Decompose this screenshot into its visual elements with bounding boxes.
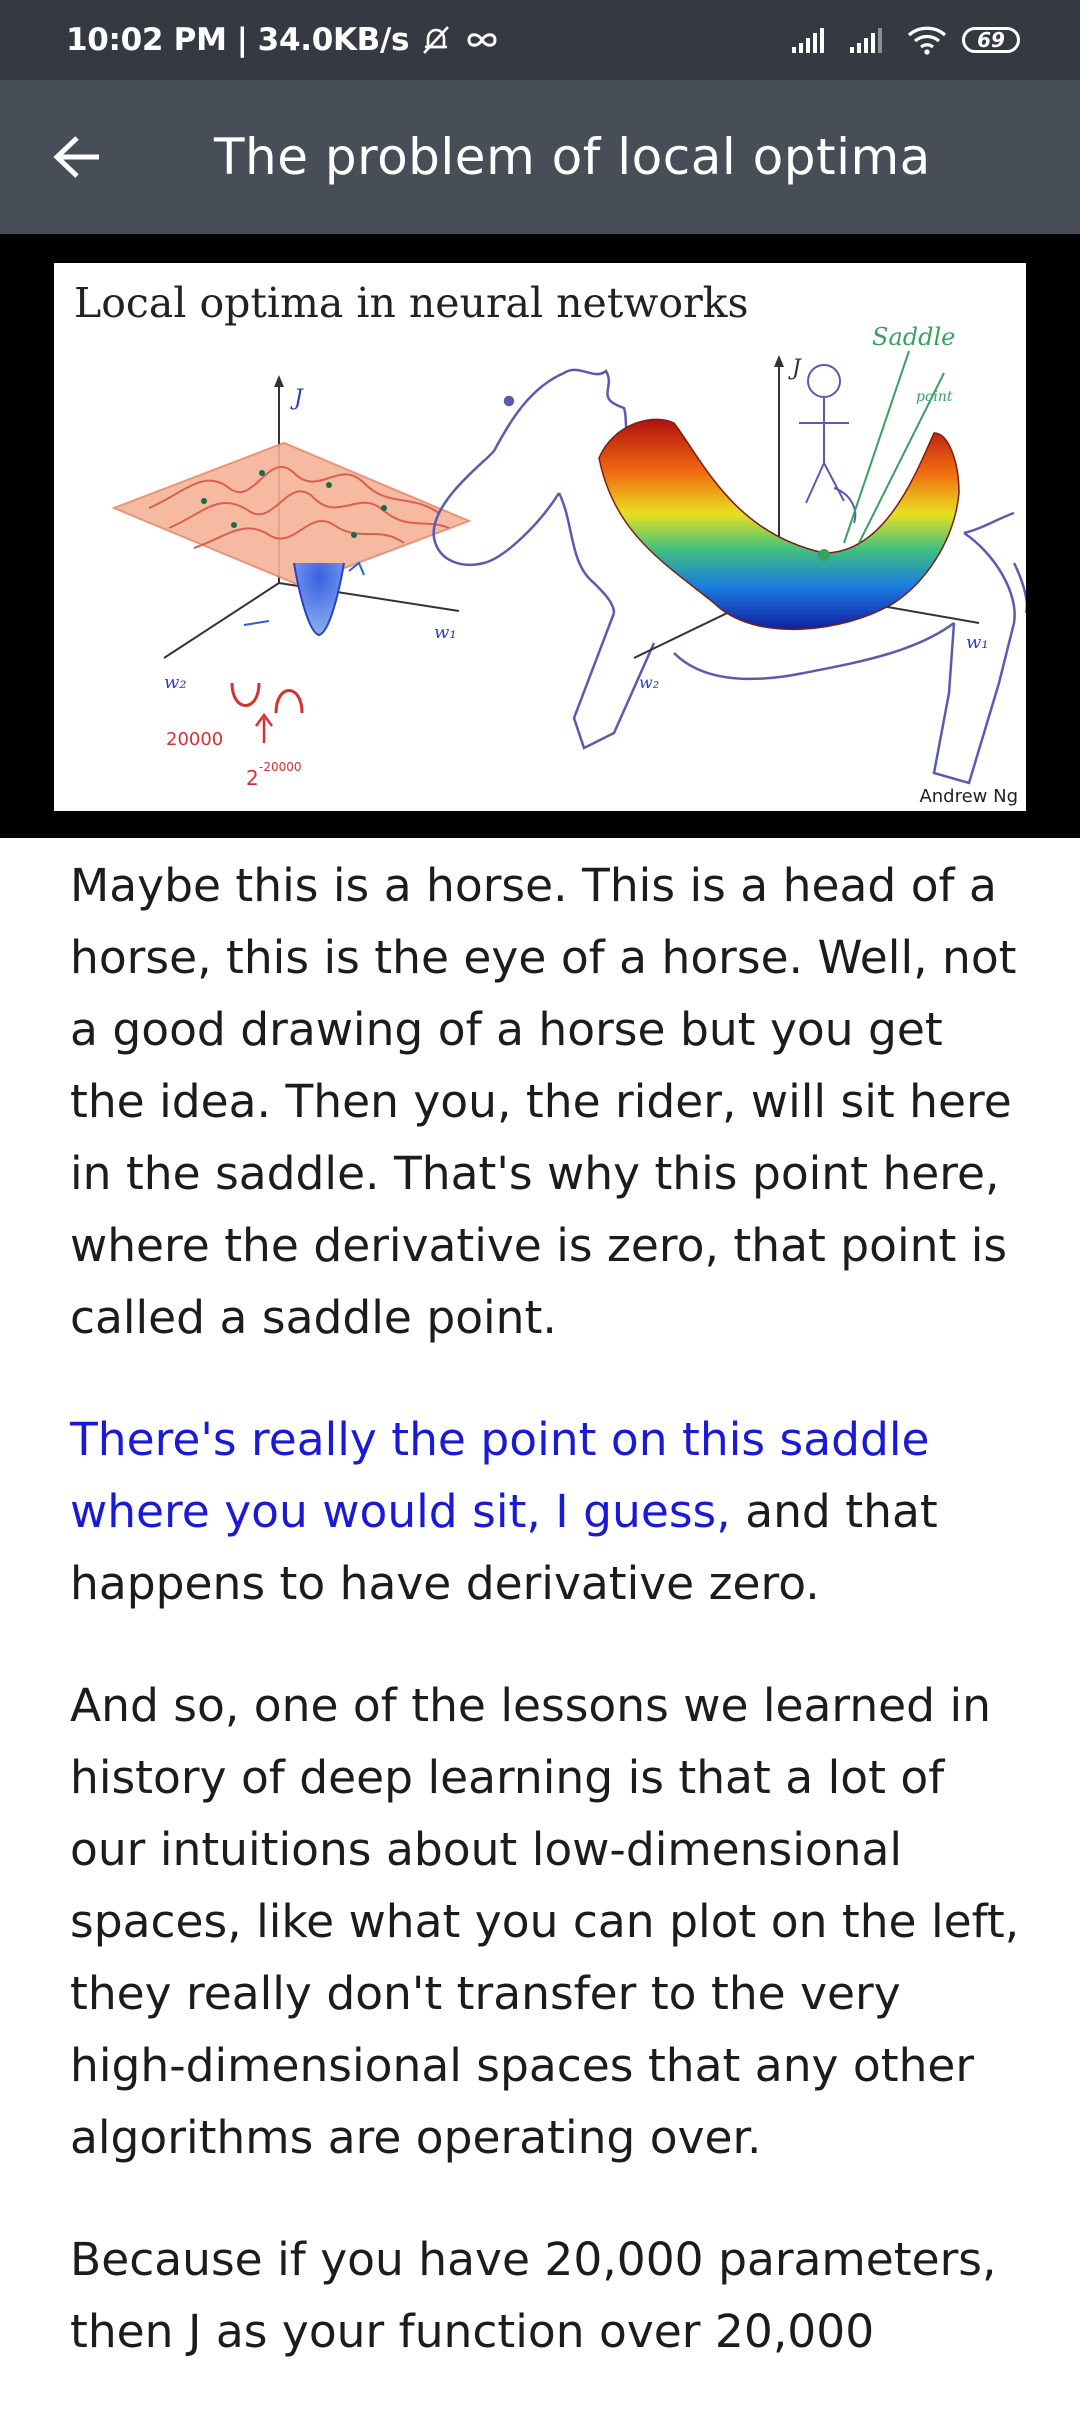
left-exponent-base: 2 bbox=[246, 766, 259, 790]
left-axis-w2-label: w₂ bbox=[164, 672, 187, 693]
left-axis-j-label: J bbox=[290, 386, 304, 411]
slide-credit: Andrew Ng bbox=[919, 786, 1018, 807]
left-axis-w1-label: w₁ bbox=[434, 622, 457, 643]
left-surface-plot: J w₁ w₂ 20000 2 -20000 bbox=[111, 375, 472, 790]
left-exponent-power: -20000 bbox=[259, 760, 302, 774]
status-time: 10:02 PM bbox=[66, 22, 227, 58]
saddle-point-label: point bbox=[916, 389, 953, 405]
right-axis-w2-label: w₂ bbox=[639, 673, 659, 692]
arrow-back-icon bbox=[53, 136, 99, 178]
right-axis-w1-label: w₁ bbox=[966, 632, 989, 653]
battery-icon: 69 bbox=[962, 27, 1020, 53]
slide-frame: Local optima in neural networks J w₁ w₂ … bbox=[0, 234, 1080, 838]
signal-strength-2-icon bbox=[850, 28, 882, 53]
status-bar: 10:02 PM | 34.0KB/s 69 bbox=[0, 0, 1080, 80]
back-button[interactable] bbox=[38, 122, 118, 192]
transcript: Maybe this is a horse. This is a head of… bbox=[70, 850, 1030, 2418]
lecture-slide: Local optima in neural networks J w₁ w₂ … bbox=[54, 263, 1026, 811]
wifi-icon bbox=[907, 26, 947, 55]
mute-bell-icon bbox=[423, 26, 450, 54]
transcript-paragraph-4: Because if you have 20,000 parameters, t… bbox=[70, 2233, 997, 2358]
infinity-icon bbox=[467, 33, 497, 47]
network-speed: 34.0KB/s bbox=[257, 22, 410, 58]
battery-level: 69 bbox=[977, 28, 1005, 52]
app-bar: The problem of local optima bbox=[0, 80, 1080, 234]
slide-drawing: J w₁ w₂ 20000 2 -20000 J w₁ w₂ Saddle po… bbox=[111, 323, 1026, 790]
status-right: 69 bbox=[790, 0, 1020, 80]
saddle-label: Saddle bbox=[872, 323, 955, 351]
signal-strength-icon bbox=[792, 28, 824, 53]
transcript-paragraph-2: There's really the point on this saddle … bbox=[70, 1404, 1030, 1620]
status-separator: | bbox=[236, 22, 248, 58]
status-left: 10:02 PM | 34.0KB/s bbox=[66, 0, 501, 80]
transcript-paragraph-1: Maybe this is a horse. This is a head of… bbox=[70, 859, 1017, 1344]
right-axis-j-label: J bbox=[788, 356, 802, 381]
transcript-paragraph-3: And so, one of the lessons we learned in… bbox=[70, 1679, 1020, 2164]
page-title: The problem of local optima bbox=[214, 128, 931, 186]
left-count-label: 20000 bbox=[166, 729, 223, 750]
